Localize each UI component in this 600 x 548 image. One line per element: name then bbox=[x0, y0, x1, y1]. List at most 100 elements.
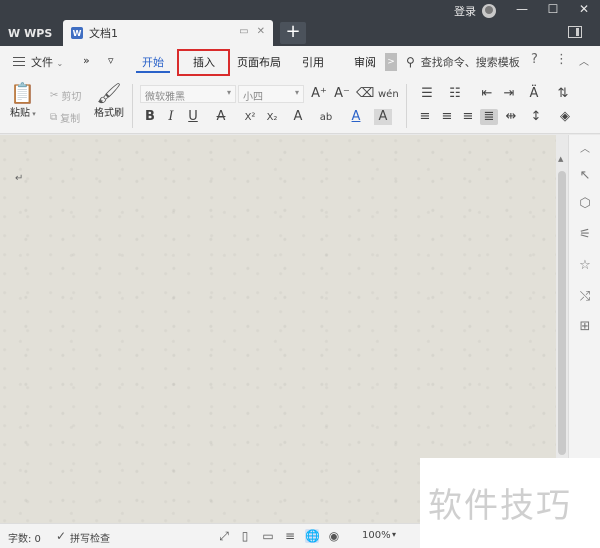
sort-icon[interactable]: ⇅ bbox=[554, 86, 572, 102]
apps-grid-icon[interactable]: ⊞ bbox=[578, 320, 592, 334]
format-painter-label: 格式刷 bbox=[94, 108, 124, 119]
shrink-font-icon[interactable]: A⁻ bbox=[333, 86, 351, 102]
copy-icon: ⧉ bbox=[50, 112, 58, 123]
wps-home-tab[interactable]: W WPS bbox=[0, 20, 62, 46]
document-tab[interactable]: W 文档1 ▭ ✕ bbox=[63, 20, 273, 46]
font-size-select[interactable]: 小四 ▾ bbox=[238, 85, 304, 103]
watermark-text: 软件技巧 bbox=[428, 486, 572, 526]
read-mode-icon[interactable]: ▯ bbox=[238, 529, 252, 543]
web-view-icon[interactable]: 🌐 bbox=[305, 529, 320, 543]
paragraph-shading-icon[interactable]: ◈ bbox=[556, 109, 574, 125]
scrollbar-thumb[interactable] bbox=[558, 171, 566, 455]
tab-review[interactable]: 审阅 bbox=[354, 54, 376, 70]
page-view-icon[interactable]: ▭ bbox=[261, 529, 275, 543]
font-name-select[interactable]: 微软雅黑 ▾ bbox=[140, 85, 236, 103]
chevron-down-icon: ▾ bbox=[294, 88, 299, 97]
grow-font-icon[interactable]: A⁺ bbox=[310, 86, 328, 102]
align-right-icon[interactable]: ≡ bbox=[459, 109, 477, 125]
strikethrough-icon[interactable]: A bbox=[212, 109, 230, 125]
character-shading-icon[interactable]: A bbox=[374, 109, 392, 125]
hamburger-menu-icon[interactable] bbox=[13, 57, 25, 66]
title-bar: W WPS W 文档1 ▭ ✕ + 登录 — ☐ ✕ bbox=[0, 0, 600, 46]
zoom-level[interactable]: 100% bbox=[362, 530, 391, 541]
search-icon: ⚲ bbox=[406, 55, 415, 69]
settings-sliders-icon[interactable]: ⚟ bbox=[578, 228, 592, 242]
login-area[interactable]: 登录 bbox=[454, 3, 496, 19]
font-name-value: 微软雅黑 bbox=[145, 92, 185, 103]
tab-tools: ▭ ✕ bbox=[239, 26, 265, 37]
spellcheck-icon[interactable]: ✓ bbox=[54, 529, 68, 543]
chevron-down-icon: ⌄ bbox=[56, 59, 64, 68]
italic-icon[interactable]: I bbox=[162, 109, 180, 125]
maximize-button[interactable]: ☐ bbox=[543, 2, 563, 16]
tab-references[interactable]: 引用 bbox=[302, 54, 324, 70]
avatar-icon[interactable] bbox=[482, 4, 496, 18]
select-cursor-icon[interactable]: ↖ bbox=[578, 169, 592, 183]
spell-check-label[interactable]: 拼写检查 bbox=[70, 530, 110, 545]
minimize-button[interactable]: — bbox=[512, 2, 532, 16]
highlight-color-icon[interactable]: ab bbox=[317, 110, 335, 126]
align-left-icon[interactable]: ≡ bbox=[416, 109, 434, 125]
cut-button[interactable]: ✂ 剪切 bbox=[50, 88, 81, 103]
share-icon[interactable]: ⤭ bbox=[578, 290, 592, 304]
tab-close-icon[interactable]: ✕ bbox=[257, 26, 265, 37]
new-tab-button[interactable]: + bbox=[280, 22, 306, 44]
wps-writer-window: W WPS W 文档1 ▭ ✕ + 登录 — ☐ ✕ 文件 ⌄ » ▿ 开始 插… bbox=[0, 0, 600, 548]
file-menu-button[interactable]: 文件 ⌄ bbox=[31, 54, 63, 70]
quick-access-dropdown[interactable]: ▿ bbox=[108, 54, 114, 67]
zoom-dropdown-icon[interactable]: ▾ bbox=[392, 530, 396, 539]
text-direction-icon[interactable]: Ä bbox=[525, 86, 543, 102]
tab-home[interactable]: 开始 bbox=[136, 54, 170, 73]
paste-label: 粘贴 bbox=[10, 108, 30, 119]
command-search-input[interactable]: 查找命令、搜索模板 bbox=[421, 54, 520, 70]
shapes-icon[interactable]: ⬡ bbox=[578, 197, 592, 211]
command-search[interactable]: ⚲ 查找命令、搜索模板 bbox=[406, 54, 520, 70]
line-spacing-icon[interactable]: ↕ bbox=[527, 109, 545, 125]
subscript-icon[interactable]: X₂ bbox=[263, 110, 281, 126]
bold-icon[interactable]: B bbox=[141, 109, 159, 125]
chevron-down-icon: ▾ bbox=[226, 88, 231, 97]
word-count[interactable]: 字数: 0 bbox=[8, 530, 41, 545]
watermark: 软件技巧 bbox=[420, 458, 600, 548]
monitor-icon[interactable]: ▭ bbox=[239, 26, 248, 37]
copy-button[interactable]: ⧉ 复制 bbox=[50, 110, 80, 125]
star-icon[interactable]: ☆ bbox=[578, 259, 592, 273]
tab-page-layout[interactable]: 页面布局 bbox=[237, 54, 281, 70]
sidebar-toggle-icon[interactable] bbox=[568, 26, 582, 38]
writer-doc-icon: W bbox=[71, 27, 83, 39]
decrease-indent-icon[interactable]: ⇤ bbox=[478, 86, 496, 102]
cut-label: 剪切 bbox=[61, 92, 82, 103]
copy-label: 复制 bbox=[60, 114, 81, 125]
increase-indent-icon[interactable]: ⇥ bbox=[500, 86, 518, 102]
collapse-pane-icon[interactable]: ︿ bbox=[578, 143, 592, 157]
distributed-align-icon[interactable]: ⇹ bbox=[502, 109, 520, 125]
collapse-ribbon-icon[interactable]: ︿ bbox=[579, 53, 589, 68]
paintbrush-icon: 🖌 bbox=[96, 81, 122, 105]
bullet-list-icon[interactable]: ☰ bbox=[418, 86, 436, 102]
login-label[interactable]: 登录 bbox=[454, 3, 476, 19]
underline-icon[interactable]: U bbox=[184, 109, 202, 125]
font-color-icon[interactable]: A bbox=[347, 109, 365, 125]
clear-format-icon[interactable]: ⌫ bbox=[356, 86, 374, 102]
help-icon[interactable]: ? bbox=[531, 52, 538, 67]
clipboard-icon: 📋 bbox=[10, 81, 36, 105]
scroll-up-icon[interactable]: ▲ bbox=[558, 155, 563, 163]
fullscreen-icon[interactable]: ⤢ bbox=[217, 529, 231, 543]
superscript-icon[interactable]: X² bbox=[241, 110, 259, 126]
outline-view-icon[interactable]: ≡ bbox=[283, 529, 297, 543]
paste-button[interactable]: 📋 粘贴 ▾ bbox=[10, 82, 36, 119]
tabs-scroll-right-button[interactable]: > bbox=[385, 53, 397, 71]
insert-tab-highlight bbox=[177, 49, 230, 76]
more-commands-button[interactable]: » bbox=[83, 54, 90, 67]
text-effect-icon[interactable]: A bbox=[289, 109, 307, 125]
eye-protection-icon[interactable]: ◉ bbox=[327, 529, 341, 543]
more-options-icon[interactable]: ⋮ bbox=[555, 52, 568, 67]
divider bbox=[132, 84, 133, 128]
align-center-icon[interactable]: ≡ bbox=[438, 109, 456, 125]
format-painter-button[interactable]: 🖌 格式刷 bbox=[94, 82, 124, 119]
numbered-list-icon[interactable]: ☷ bbox=[446, 86, 464, 102]
close-button[interactable]: ✕ bbox=[574, 2, 594, 16]
ribbon-tab-bar: 文件 ⌄ » ▿ 开始 插入 页面布局 引用 审阅 > ⚲ 查找命令、搜索模板 … bbox=[0, 46, 600, 78]
justify-icon[interactable]: ≣ bbox=[480, 109, 498, 125]
phonetic-guide-icon[interactable]: wén bbox=[378, 87, 399, 103]
